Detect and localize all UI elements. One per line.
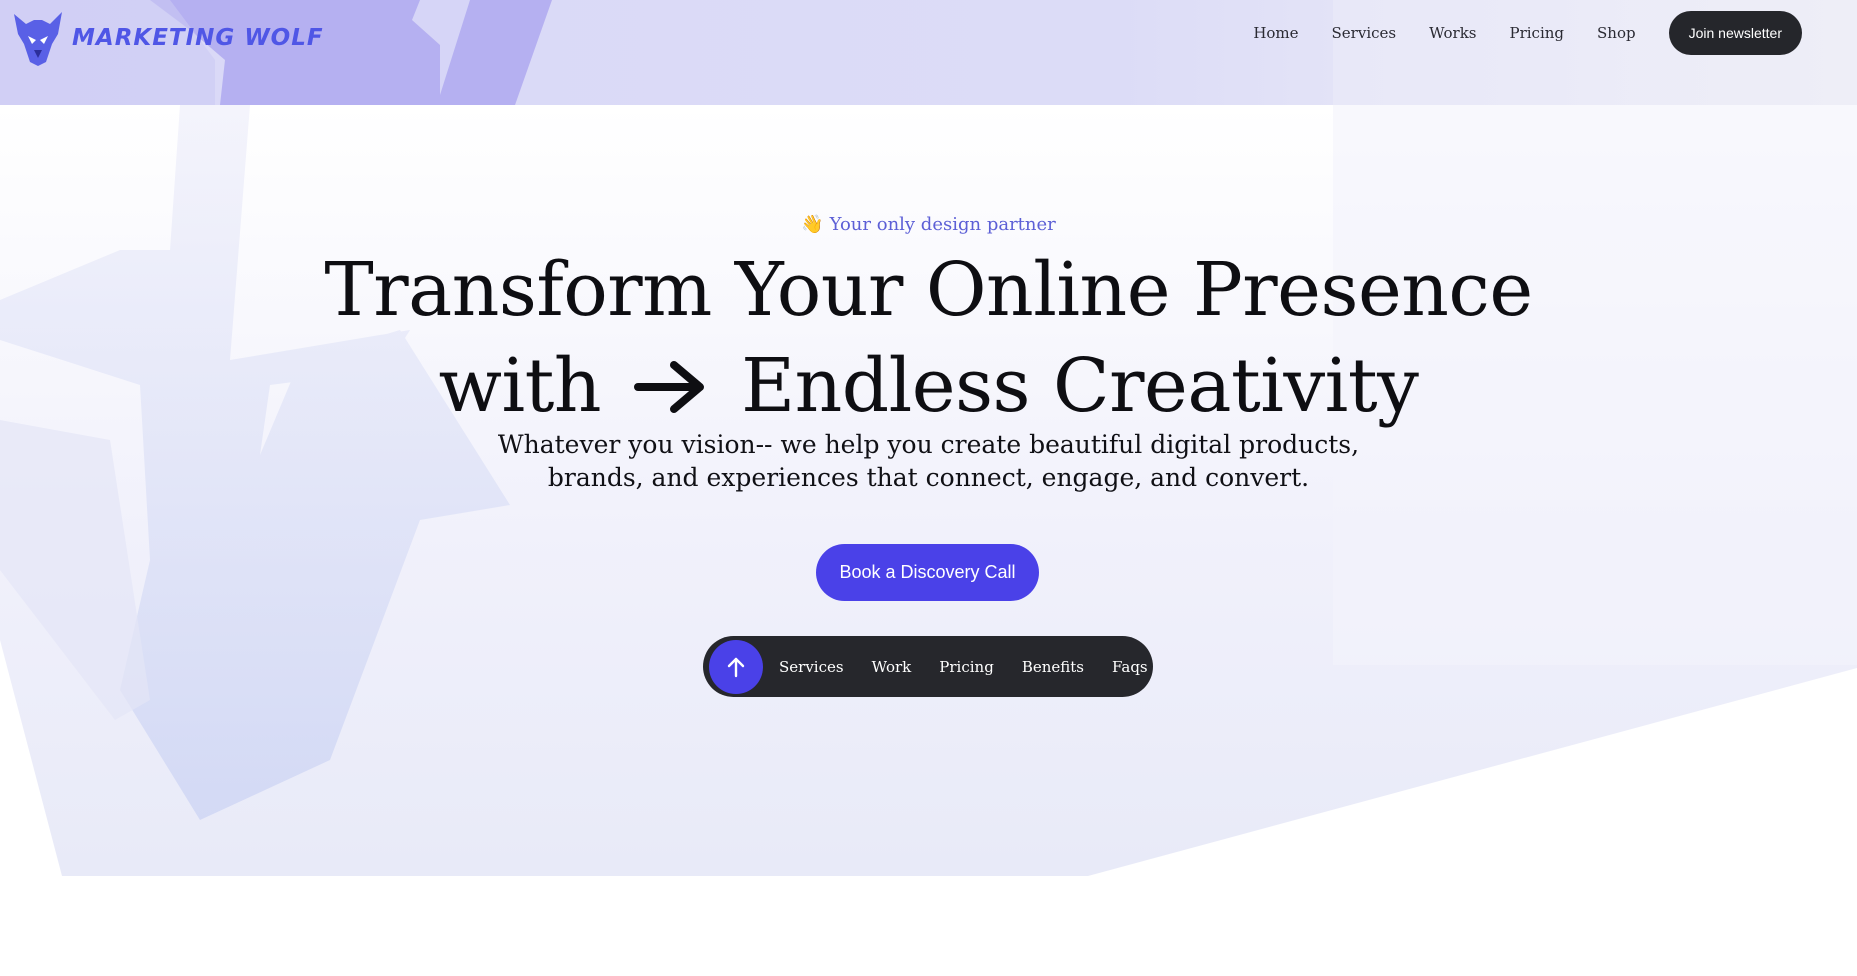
headline-line-2-before: with xyxy=(438,343,602,429)
page: MARKETING WOLF Home Services Works Prici… xyxy=(0,0,1857,976)
headline-line-2: with Endless Creativity xyxy=(0,338,1857,434)
section-nav: Services Work Pricing Benefits Faqs xyxy=(703,636,1153,697)
brand-name: MARKETING WOLF xyxy=(72,25,324,51)
section-nav-services[interactable]: Services xyxy=(779,658,844,676)
hero-subtext: Whatever you vision-- we help you create… xyxy=(0,428,1857,494)
section-nav-work[interactable]: Work xyxy=(872,658,912,676)
headline-line-1: Transform Your Online Presence xyxy=(324,247,1533,333)
section-nav-faqs[interactable]: Faqs xyxy=(1112,658,1148,676)
arrow-right-icon xyxy=(634,361,705,413)
brand-logo[interactable]: MARKETING WOLF xyxy=(12,10,324,66)
section-nav-pricing[interactable]: Pricing xyxy=(939,658,994,676)
join-newsletter-button[interactable]: Join newsletter xyxy=(1668,11,1802,55)
section-nav-benefits[interactable]: Benefits xyxy=(1022,658,1084,676)
nav-pricing[interactable]: Pricing xyxy=(1510,24,1565,42)
main-nav: Home Services Works Pricing Shop Join ne… xyxy=(1253,11,1802,55)
headline-line-2-after: Endless Creativity xyxy=(741,343,1419,429)
wolf-logo-icon xyxy=(14,12,62,66)
site-header: MARKETING WOLF Home Services Works Prici… xyxy=(0,0,1857,105)
scroll-top-button[interactable] xyxy=(709,639,763,694)
hero-headline: Transform Your Online Presence with Endl… xyxy=(0,242,1857,434)
hero-subtext-line-1: Whatever you vision-- we help you create… xyxy=(497,430,1360,459)
hero-eyebrow-text: Your only design partner xyxy=(829,214,1056,235)
hero-eyebrow: 👋 Your only design partner xyxy=(0,214,1857,235)
arrow-up-icon xyxy=(727,657,745,677)
nav-shop[interactable]: Shop xyxy=(1597,24,1636,42)
nav-works[interactable]: Works xyxy=(1429,24,1476,42)
hero-background-art xyxy=(0,105,1857,876)
waving-hand-icon: 👋 xyxy=(801,214,824,235)
nav-services[interactable]: Services xyxy=(1332,24,1397,42)
book-discovery-call-button[interactable]: Book a Discovery Call xyxy=(816,544,1039,601)
hero-subtext-line-2: brands, and experiences that connect, en… xyxy=(547,463,1310,492)
nav-home[interactable]: Home xyxy=(1253,24,1298,42)
